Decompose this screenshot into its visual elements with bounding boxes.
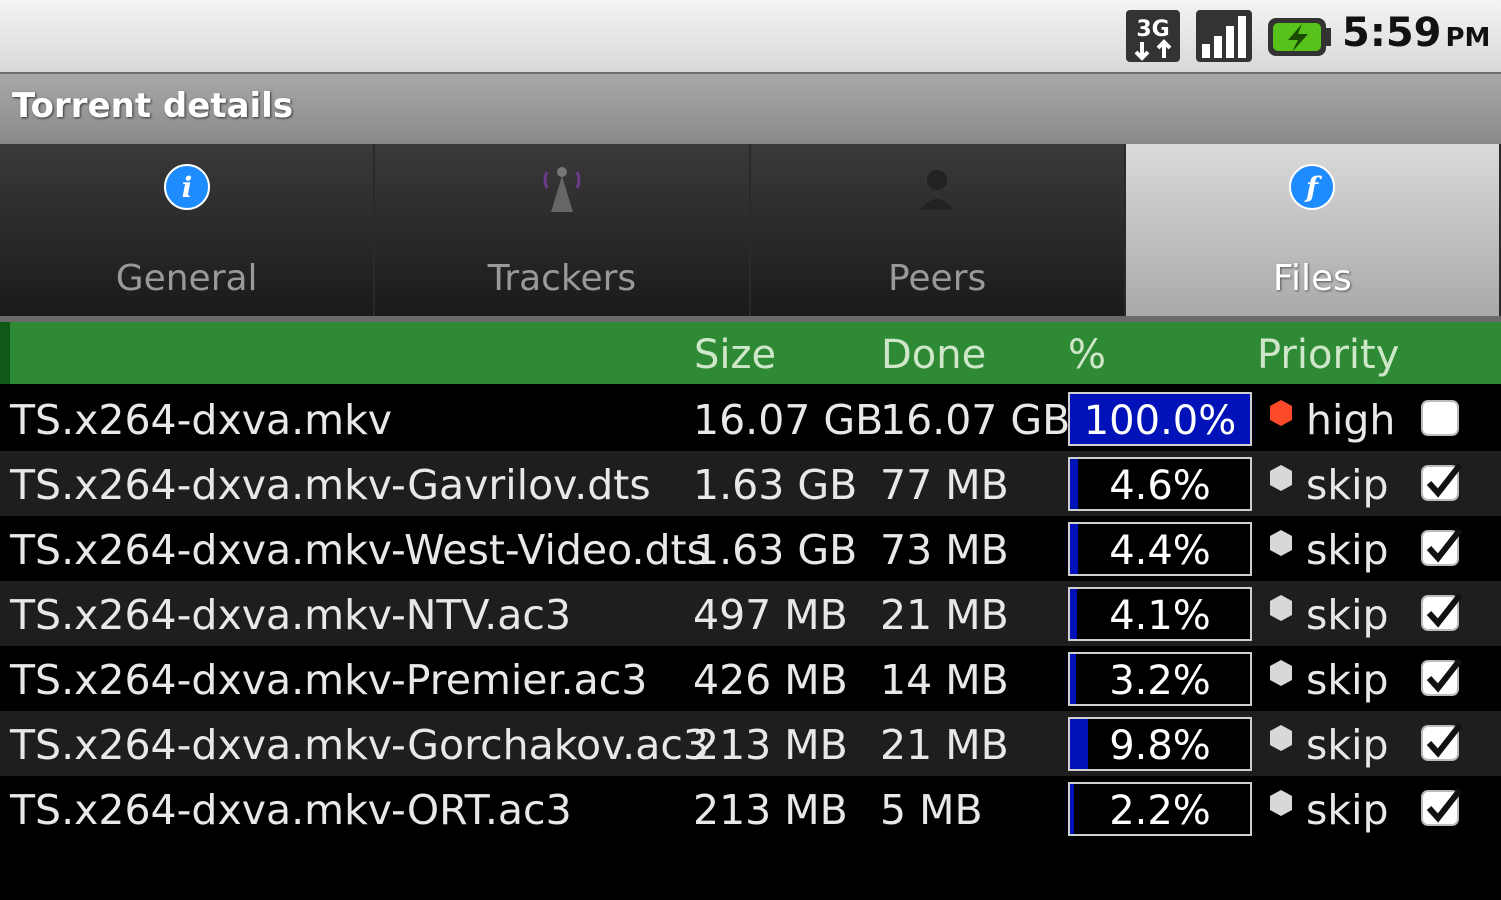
progress-bar: 4.1% [1068, 587, 1252, 641]
tab-label: Trackers [487, 258, 637, 299]
checkbox-checked[interactable] [1420, 723, 1462, 763]
priority-skip-icon [1270, 790, 1292, 816]
files-icon: f [1289, 164, 1336, 210]
tracker-icon [543, 167, 581, 212]
file-size: 213 MB [693, 786, 848, 834]
tab-label: Files [1272, 258, 1352, 299]
3g-data-icon: 3G [1126, 10, 1180, 62]
tab-trackers[interactable]: Trackers [375, 144, 751, 316]
progress-bar: 2.2% [1068, 782, 1252, 836]
file-size: 213 MB [693, 721, 848, 769]
title-bar: Torrent details [0, 72, 1501, 144]
file-done: 77 MB [880, 461, 1009, 509]
file-size: 497 MB [693, 591, 848, 639]
progress-percent: 100.0% [1083, 398, 1237, 444]
file-name: TS.x264-dxva.mkv-ORT.ac3 [10, 786, 572, 834]
tab-bar: i General Trackers Peers f Files [0, 144, 1501, 316]
svg-text:i: i [181, 171, 192, 204]
priority-skip-icon [1270, 660, 1292, 686]
info-icon: i [163, 164, 210, 210]
priority-label[interactable]: high [1306, 396, 1395, 444]
priority-label[interactable]: skip [1306, 461, 1389, 509]
file-name: TS.x264-dxva.mkv [10, 396, 393, 444]
column-header-priority[interactable]: Priority [1257, 332, 1399, 378]
table-row[interactable]: TS.x264-dxva.mkv-ORT.ac3 213 MB 5 MB 2.2… [0, 776, 1501, 841]
priority-high-icon [1270, 400, 1292, 426]
progress-percent: 4.6% [1109, 463, 1211, 509]
file-name: TS.x264-dxva.mkv-Gavrilov.dts [10, 461, 651, 509]
progress-percent: 2.2% [1109, 788, 1211, 834]
file-size: 426 MB [693, 656, 848, 704]
priority-skip-icon [1270, 725, 1292, 751]
svg-text:3G: 3G [1136, 17, 1169, 42]
priority-skip-icon [1270, 595, 1292, 621]
progress-bar: 4.6% [1068, 457, 1252, 511]
priority-label[interactable]: skip [1306, 526, 1389, 574]
file-size: 1.63 GB [693, 526, 858, 574]
table-header: Size Done % Priority [0, 322, 1501, 384]
checkbox-checked[interactable] [1420, 658, 1462, 698]
progress-bar: 3.2% [1068, 652, 1252, 706]
clock: 5:59 PM [1342, 10, 1491, 56]
file-done: 21 MB [880, 721, 1009, 769]
table-row[interactable]: TS.x264-dxva.mkv 16.07 GB 16.07 GB 100.0… [0, 386, 1501, 451]
priority-label[interactable]: skip [1306, 721, 1389, 769]
tab-label: Peers [887, 258, 987, 299]
file-name: TS.x264-dxva.mkv-Premier.ac3 [10, 656, 648, 704]
progress-bar: 4.4% [1068, 522, 1252, 576]
file-done: 14 MB [880, 656, 1009, 704]
column-header-percent[interactable]: % [1068, 332, 1106, 378]
file-name: TS.x264-dxva.mkv-West-Video.dts [10, 526, 708, 574]
column-header-done[interactable]: Done [881, 332, 986, 378]
checkbox-checked[interactable] [1420, 463, 1462, 503]
file-name: TS.x264-dxva.mkv-Gorchakov.ac3 [10, 721, 709, 769]
column-header-size[interactable]: Size [694, 332, 776, 378]
priority-label[interactable]: skip [1306, 656, 1389, 704]
table-row[interactable]: TS.x264-dxva.mkv-Gavrilov.dts 1.63 GB 77… [0, 451, 1501, 516]
file-size: 1.63 GB [693, 461, 858, 509]
table-row[interactable]: TS.x264-dxva.mkv-West-Video.dts 1.63 GB … [0, 516, 1501, 581]
page-title: Torrent details [12, 86, 294, 126]
file-size: 16.07 GB [693, 396, 884, 444]
progress-percent: 3.2% [1109, 658, 1211, 704]
signal-strength-icon [1196, 10, 1252, 62]
checkbox[interactable] [1420, 398, 1462, 438]
file-done: 73 MB [880, 526, 1009, 574]
tab-peers[interactable]: Peers [750, 144, 1126, 316]
file-done: 21 MB [880, 591, 1009, 639]
priority-skip-icon [1270, 530, 1292, 556]
progress-percent: 4.4% [1109, 528, 1211, 574]
file-name: TS.x264-dxva.mkv-NTV.ac3 [10, 591, 572, 639]
tab-general[interactable]: i General [0, 144, 376, 316]
file-done: 16.07 GB [880, 396, 1071, 444]
table-row[interactable]: TS.x264-dxva.mkv-Premier.ac3 426 MB 14 M… [0, 646, 1501, 711]
battery-charging-icon [1268, 18, 1331, 56]
status-bar: 3G 5:59 PM [0, 0, 1501, 72]
table-row[interactable]: TS.x264-dxva.mkv-Gorchakov.ac3 213 MB 21… [0, 711, 1501, 776]
priority-label[interactable]: skip [1306, 591, 1389, 639]
priority-label[interactable]: skip [1306, 786, 1389, 834]
tab-files[interactable]: f Files [1125, 144, 1501, 316]
progress-percent: 4.1% [1109, 593, 1211, 639]
progress-percent: 9.8% [1109, 723, 1211, 769]
checkbox-checked[interactable] [1420, 528, 1462, 568]
table-row[interactable]: TS.x264-dxva.mkv-NTV.ac3 497 MB 21 MB 4.… [0, 581, 1501, 646]
tab-label: General [115, 258, 258, 299]
progress-bar: 9.8% [1068, 717, 1252, 771]
progress-bar: 100.0% [1068, 392, 1252, 446]
checkbox-checked[interactable] [1420, 788, 1462, 828]
peer-icon [920, 170, 955, 210]
priority-skip-icon [1270, 465, 1292, 491]
file-done: 5 MB [880, 786, 983, 834]
checkbox-checked[interactable] [1420, 593, 1462, 633]
